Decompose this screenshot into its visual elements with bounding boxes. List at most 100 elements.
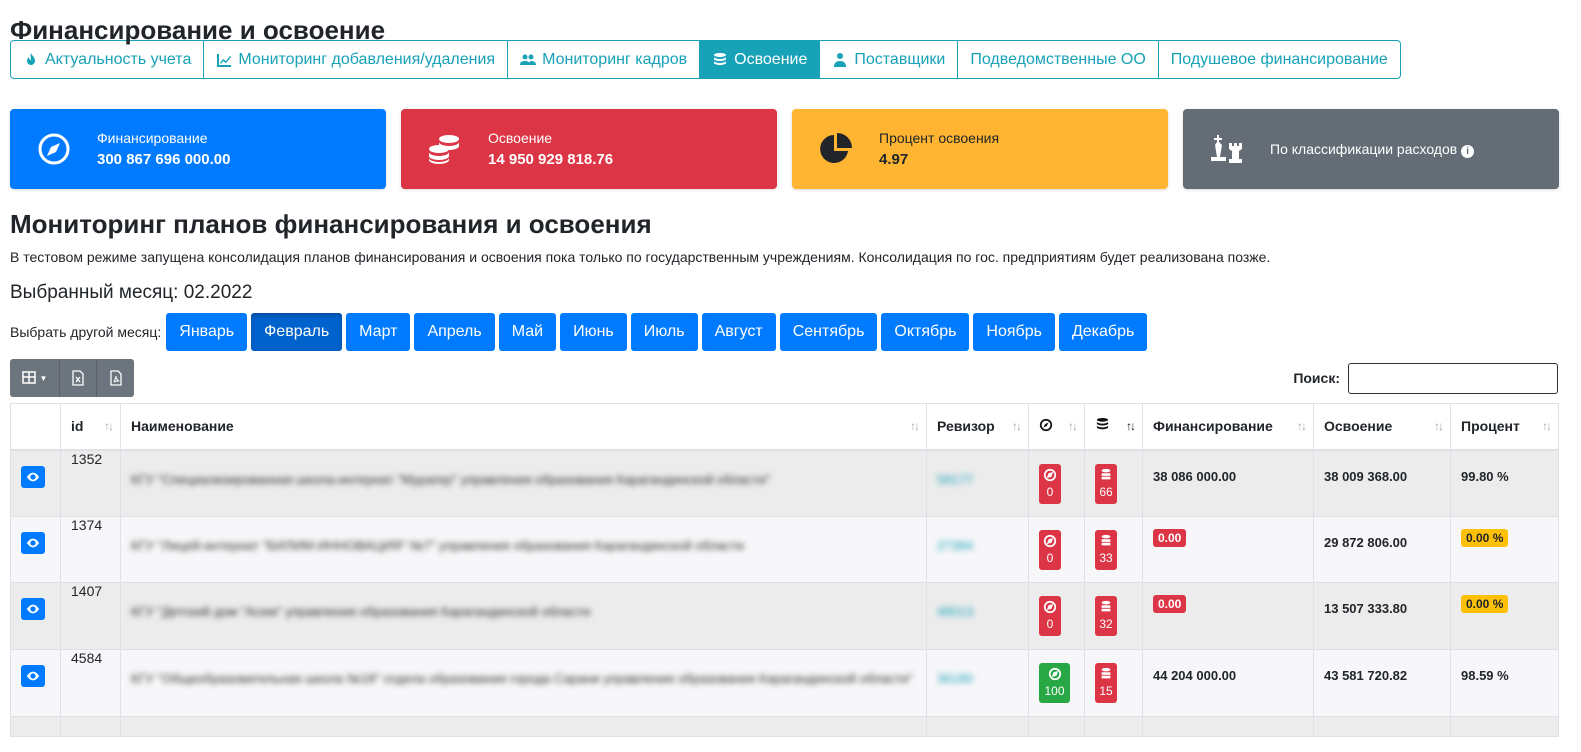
cell-name: КГУ "Специализированная школа-интернат "… (120, 449, 927, 517)
month-button-april[interactable]: Апрель (414, 313, 495, 351)
revisor-link[interactable]: 58177 (937, 451, 1018, 491)
search-input[interactable] (1348, 362, 1558, 394)
cell-name: КГУ "Детский дом "Асем" управления образ… (120, 582, 927, 650)
cell-revisor: 27384 (926, 516, 1029, 583)
column-header-percent[interactable]: Процент ↑↓ (1450, 403, 1559, 451)
view-button[interactable] (21, 532, 45, 554)
table-toolbar: ▼ Поиск: (10, 359, 1558, 397)
view-button[interactable] (21, 665, 45, 687)
coins-badge[interactable]: 15 (1095, 663, 1117, 703)
data-table: id ↑↓ Наименование ↑↓ Ревизор ↑↓ ↑↓ ↑↓ Фина… (10, 403, 1559, 737)
column-header-name[interactable]: Наименование ↑↓ (120, 403, 927, 451)
percent-value: 0.00 % (1461, 595, 1509, 613)
tab-add-remove-monitoring[interactable]: Мониторинг добавления/удаления (204, 41, 509, 78)
sort-icon: ↑↓ (1012, 419, 1022, 433)
month-button-december[interactable]: Декабрь (1058, 313, 1148, 351)
compass-badge[interactable]: 0 (1039, 596, 1061, 636)
revisor-link[interactable]: 27384 (937, 517, 1018, 557)
compass-icon (1043, 600, 1057, 614)
month-button-february[interactable]: Февраль (251, 313, 343, 351)
revisor-link[interactable]: 36180 (937, 650, 1018, 690)
column-header-revisor[interactable]: Ревизор ↑↓ (926, 403, 1029, 451)
tab-subordinate-orgs[interactable]: Подведомственные ОО (958, 41, 1159, 78)
card-title: Финансирование (97, 130, 208, 146)
table-row: 4584 КГУ "Общеобразовательная школа №18"… (10, 649, 1559, 717)
tab-spending[interactable]: Освоение (700, 41, 821, 78)
column-header-spent[interactable]: Освоение ↑↓ (1313, 403, 1451, 451)
org-name: КГУ "Общеобразовательная школа №18" отде… (131, 671, 913, 686)
caret-down-icon: ▼ (39, 373, 48, 383)
sort-icon: ↑↓ (1068, 419, 1078, 433)
cell-percent: 99.80 % (1450, 449, 1559, 517)
tab-label: Поставщики (854, 50, 946, 68)
view-button[interactable] (21, 598, 45, 620)
revisor-link[interactable]: 48013 (937, 583, 1018, 623)
column-header-view (10, 403, 61, 451)
month-button-january[interactable]: Январь (166, 313, 248, 351)
tab-accounting-relevance[interactable]: Актуальность учета (11, 41, 205, 78)
spent-value: 43 581 720.82 (1324, 668, 1408, 683)
month-button-september[interactable]: Сентябрь (779, 313, 878, 351)
search-box: Поиск: (1293, 362, 1558, 394)
month-button-june[interactable]: Июнь (560, 313, 627, 351)
month-button-may[interactable]: Май (498, 313, 557, 351)
financing-value: 44 204 000.00 (1153, 668, 1237, 683)
cell-financing: 0.00 (1142, 582, 1314, 650)
info-icon[interactable]: i (1461, 144, 1475, 158)
cell-name: КГУ "Лицей-интернат "БИЛИМ-ИННОВАЦИЯ" №7… (120, 516, 927, 583)
compass-icon (1039, 418, 1053, 431)
cell-spent: 13 507 333.80 (1313, 582, 1451, 650)
month-button-november[interactable]: Ноябрь (973, 313, 1055, 351)
export-pdf-button[interactable] (97, 359, 134, 397)
month-button-july[interactable]: Июль (630, 313, 698, 351)
export-excel-button[interactable] (60, 359, 97, 397)
cell-compass: 0 (1028, 582, 1085, 650)
tab-label: Подведомственные ОО (970, 50, 1146, 68)
financing-card: Финансирование 300 867 696 000.00 (10, 109, 386, 189)
cell-percent: 0.00 % (1450, 582, 1559, 650)
coins-badge[interactable]: 33 (1095, 530, 1117, 570)
column-header-id[interactable]: id ↑↓ (60, 403, 121, 451)
cell-view (10, 582, 61, 650)
page-title: Финансирование и освоение (10, 15, 386, 45)
cell-spent: 43 581 720.82 (1313, 649, 1451, 717)
pie-chart-icon (820, 133, 852, 163)
tab-staff-monitoring[interactable]: Мониторинг кадров (508, 41, 701, 78)
percent-value: 99.80 % (1461, 468, 1509, 484)
month-button-october[interactable]: Октябрь (881, 313, 970, 351)
month-button-march[interactable]: Март (346, 313, 411, 351)
sort-desc-icon: ↑↓ (1126, 419, 1136, 433)
compass-badge[interactable]: 0 (1039, 530, 1061, 570)
cell-revisor: 36180 (926, 649, 1029, 717)
cell-revisor: 58177 (926, 449, 1029, 517)
compass-badge[interactable]: 100 (1039, 663, 1070, 703)
cell-name: КГУ "Общеобразовательная школа №18" отде… (120, 649, 927, 717)
compass-badge[interactable]: 0 (1039, 463, 1061, 504)
column-header-coins[interactable]: ↑↓ (1084, 403, 1143, 451)
column-header-financing[interactable]: Финансирование ↑↓ (1142, 403, 1314, 451)
cell-view (10, 449, 61, 517)
columns-toggle-button[interactable]: ▼ (10, 359, 60, 397)
expense-classification-card[interactable]: По классификации расходов i (1183, 109, 1559, 189)
tab-label: Мониторинг кадров (542, 50, 688, 68)
tab-per-capita-financing[interactable]: Подушевое финансирование (1159, 41, 1400, 78)
sort-icon: ↑↓ (104, 419, 114, 433)
view-button[interactable] (21, 465, 45, 488)
column-header-compass[interactable]: ↑↓ (1028, 403, 1085, 451)
month-button-august[interactable]: Август (701, 313, 776, 351)
cell-financing: 44 204 000.00 (1142, 649, 1314, 717)
chess-icon (1211, 135, 1242, 163)
export-button-group: ▼ (10, 359, 134, 397)
table-row: 1352 КГУ "Специализированная школа-интер… (10, 449, 1559, 517)
spending-percent-card: Процент освоения 4.97 (792, 109, 1168, 189)
cell-spent: 29 872 806.00 (1313, 516, 1451, 583)
compass-icon (38, 133, 70, 165)
coins-badge[interactable]: 32 (1095, 596, 1117, 636)
tab-suppliers[interactable]: Поставщики (820, 41, 959, 78)
financing-value: 0.00 (1153, 529, 1187, 547)
chart-line-icon (217, 53, 232, 67)
file-excel-icon (72, 370, 84, 386)
coins-badge[interactable]: 66 (1095, 463, 1117, 504)
card-value: 300 867 696 000.00 (97, 151, 231, 168)
org-name: КГУ "Специализированная школа-интернат "… (131, 471, 771, 487)
